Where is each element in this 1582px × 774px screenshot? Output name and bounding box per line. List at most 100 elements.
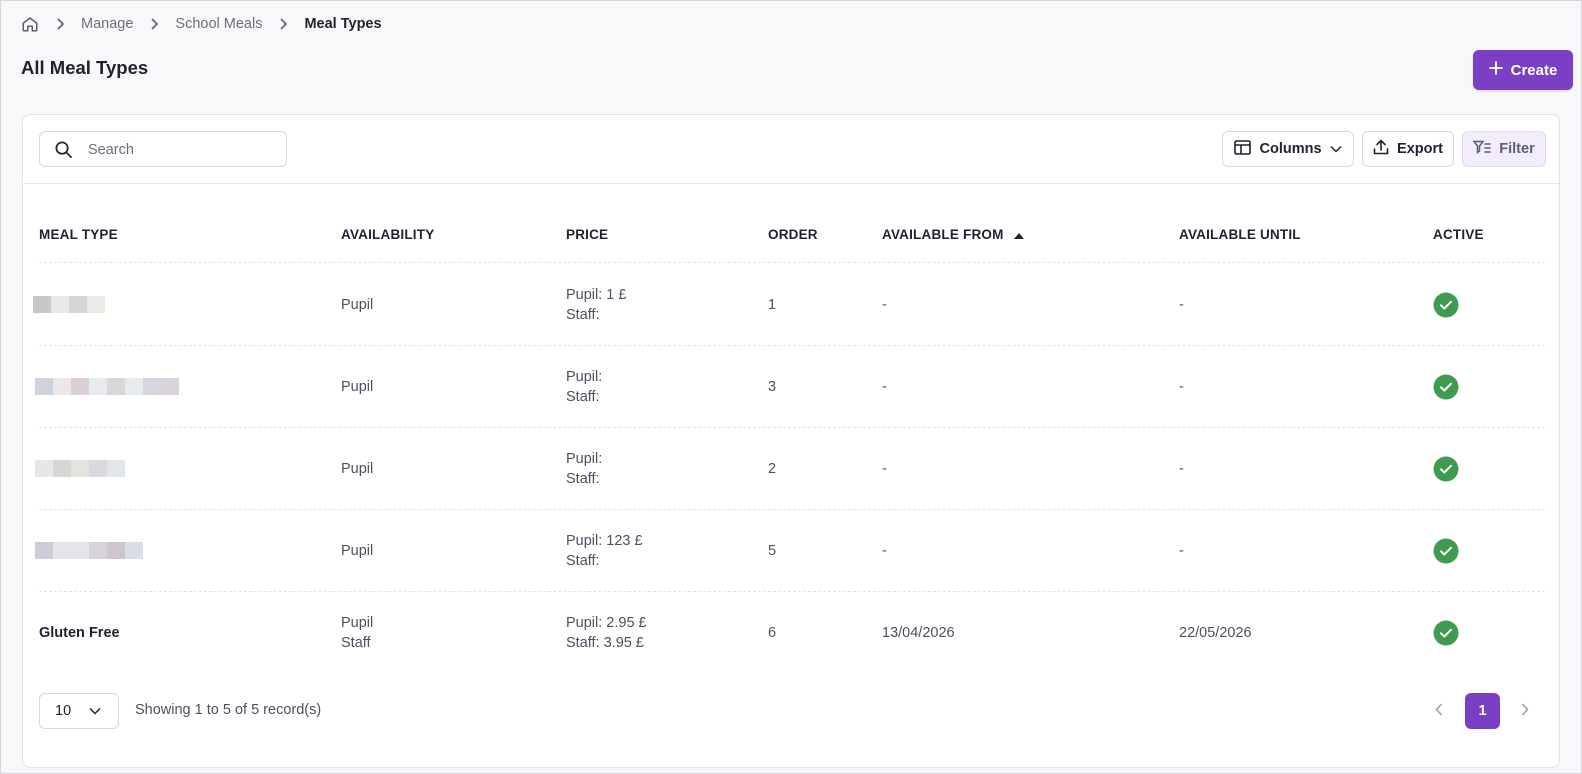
search-input[interactable]	[88, 139, 278, 161]
meal-type-cell	[35, 428, 125, 509]
filter-button-label: Filter	[1499, 141, 1535, 157]
available-until-cell: -	[1179, 378, 1184, 395]
availability-text: Staff	[341, 635, 371, 651]
price-pupil: Pupil: 1 £	[566, 286, 627, 303]
chevron-right-icon	[55, 18, 65, 30]
price-cell: Pupil: Staff:	[566, 428, 602, 509]
chevron-right-icon	[1521, 703, 1529, 719]
price-cell: Pupil: 1 £ Staff:	[566, 264, 626, 345]
table-row[interactable]: Gluten Free Pupil Staff Pupil: 2.95 £ Staf…	[39, 592, 1545, 674]
redacted-name	[33, 296, 105, 313]
search-icon	[54, 140, 73, 164]
available-until-cell: -	[1179, 542, 1184, 559]
meal-type-cell	[35, 346, 179, 427]
page-button-1[interactable]: 1	[1465, 693, 1500, 729]
availability-cell: Pupil	[341, 428, 373, 509]
create-button[interactable]: Create	[1473, 50, 1573, 90]
active-cell	[1433, 510, 1459, 591]
check-circle-icon	[1433, 374, 1459, 399]
table-row[interactable]: Pupil Pupil: Staff: 2 - -	[35, 428, 1545, 510]
table-footer: 10 Showing 1 to 5 of 5 record(s) 1	[23, 693, 1559, 733]
chevron-down-icon	[1329, 141, 1342, 157]
table-row[interactable]: Pupil Pupil: Staff: 3 - -	[35, 346, 1545, 428]
breadcrumb-school-meals[interactable]: School Meals	[175, 16, 262, 32]
chevron-right-icon	[278, 18, 288, 30]
availability-cell: Pupil Staff	[341, 592, 373, 674]
price-staff: Staff:	[566, 388, 600, 405]
availability-text: Pupil	[341, 542, 374, 559]
header-available-until[interactable]: AVAILABLE UNTIL	[1179, 227, 1301, 242]
available-from-cell: -	[882, 542, 887, 559]
meal-type-cell: Gluten Free	[39, 592, 120, 674]
sort-ascending-icon	[1013, 227, 1024, 242]
export-button-label: Export	[1397, 141, 1443, 157]
active-cell	[1433, 264, 1459, 345]
active-cell	[1433, 428, 1459, 509]
price-staff: Staff:	[566, 552, 600, 569]
order-cell: 2	[768, 460, 777, 477]
available-until-cell: -	[1179, 460, 1184, 477]
available-from-cell: -	[882, 296, 887, 313]
check-circle-icon	[1433, 456, 1459, 481]
header-order[interactable]: ORDER	[768, 227, 818, 242]
next-page-button[interactable]	[1513, 699, 1537, 723]
breadcrumb-meal-types: Meal Types	[304, 16, 382, 32]
check-circle-icon	[1433, 620, 1459, 646]
availability-text: Pupil	[341, 296, 374, 313]
available-from-cell: -	[882, 378, 887, 395]
filter-button[interactable]: Filter	[1462, 131, 1546, 167]
plus-icon	[1488, 61, 1503, 79]
chevron-right-icon	[149, 18, 159, 30]
export-button[interactable]: Export	[1362, 131, 1454, 167]
breadcrumb-manage[interactable]: Manage	[81, 16, 133, 32]
header-price[interactable]: PRICE	[566, 227, 608, 242]
available-until-cell: -	[1179, 296, 1184, 313]
active-cell	[1433, 592, 1459, 674]
meal-type-cell	[35, 510, 143, 591]
header-available-from-label: AVAILABLE FROM	[882, 227, 1004, 242]
chevron-left-icon	[1435, 703, 1443, 719]
availability-cell: Pupil	[341, 346, 373, 427]
availability-cell: Pupil	[341, 264, 373, 345]
table-header: MEAL TYPE AVAILABILITY PRICE ORDER AVAIL…	[39, 215, 1545, 263]
columns-button[interactable]: Columns	[1222, 131, 1354, 167]
header-available-from[interactable]: AVAILABLE FROM	[882, 227, 1024, 242]
table-row[interactable]: Pupil Pupil: 123 £ Staff: 5 - -	[35, 510, 1545, 592]
available-from-cell: -	[882, 460, 887, 477]
price-pupil: Pupil:	[566, 450, 603, 467]
check-circle-icon	[1433, 538, 1459, 563]
price-staff: Staff:	[566, 306, 600, 323]
home-icon[interactable]	[21, 15, 39, 33]
page-size-select[interactable]: 10	[39, 693, 119, 729]
redacted-name	[35, 542, 143, 559]
header-availability[interactable]: AVAILABILITY	[341, 227, 434, 242]
order-cell: 1	[768, 296, 777, 313]
columns-icon	[1234, 139, 1252, 159]
table-row[interactable]: Pupil Pupil: 1 £ Staff: 1 - -	[33, 264, 1545, 346]
header-active[interactable]: ACTIVE	[1433, 227, 1484, 242]
check-circle-icon	[1433, 292, 1459, 317]
columns-button-label: Columns	[1259, 141, 1322, 157]
redacted-name	[35, 378, 179, 395]
price-pupil: Pupil: 123 £	[566, 532, 643, 549]
previous-page-button[interactable]	[1427, 699, 1451, 723]
records-summary: Showing 1 to 5 of 5 record(s)	[135, 702, 322, 718]
available-from-cell: 13/04/2026	[882, 625, 955, 641]
price-pupil: Pupil:	[566, 368, 603, 385]
price-staff: Staff: 3.95 £	[566, 635, 644, 651]
available-until-cell: 22/05/2026	[1179, 625, 1252, 641]
price-staff: Staff:	[566, 470, 600, 487]
active-cell	[1433, 346, 1459, 427]
filter-icon	[1472, 140, 1492, 158]
price-cell: Pupil: 123 £ Staff:	[566, 510, 643, 591]
header-meal-type[interactable]: MEAL TYPE	[39, 227, 118, 242]
price-cell: Pupil: 2.95 £ Staff: 3.95 £	[566, 592, 647, 674]
order-cell: 5	[768, 542, 777, 559]
order-cell: 6	[768, 625, 777, 641]
redacted-name	[35, 460, 125, 477]
availability-text: Pupil	[341, 615, 374, 631]
search-box[interactable]	[39, 131, 287, 167]
page-title: All Meal Types	[21, 57, 149, 78]
price-pupil: Pupil: 2.95 £	[566, 615, 647, 631]
upload-icon	[1373, 138, 1389, 160]
